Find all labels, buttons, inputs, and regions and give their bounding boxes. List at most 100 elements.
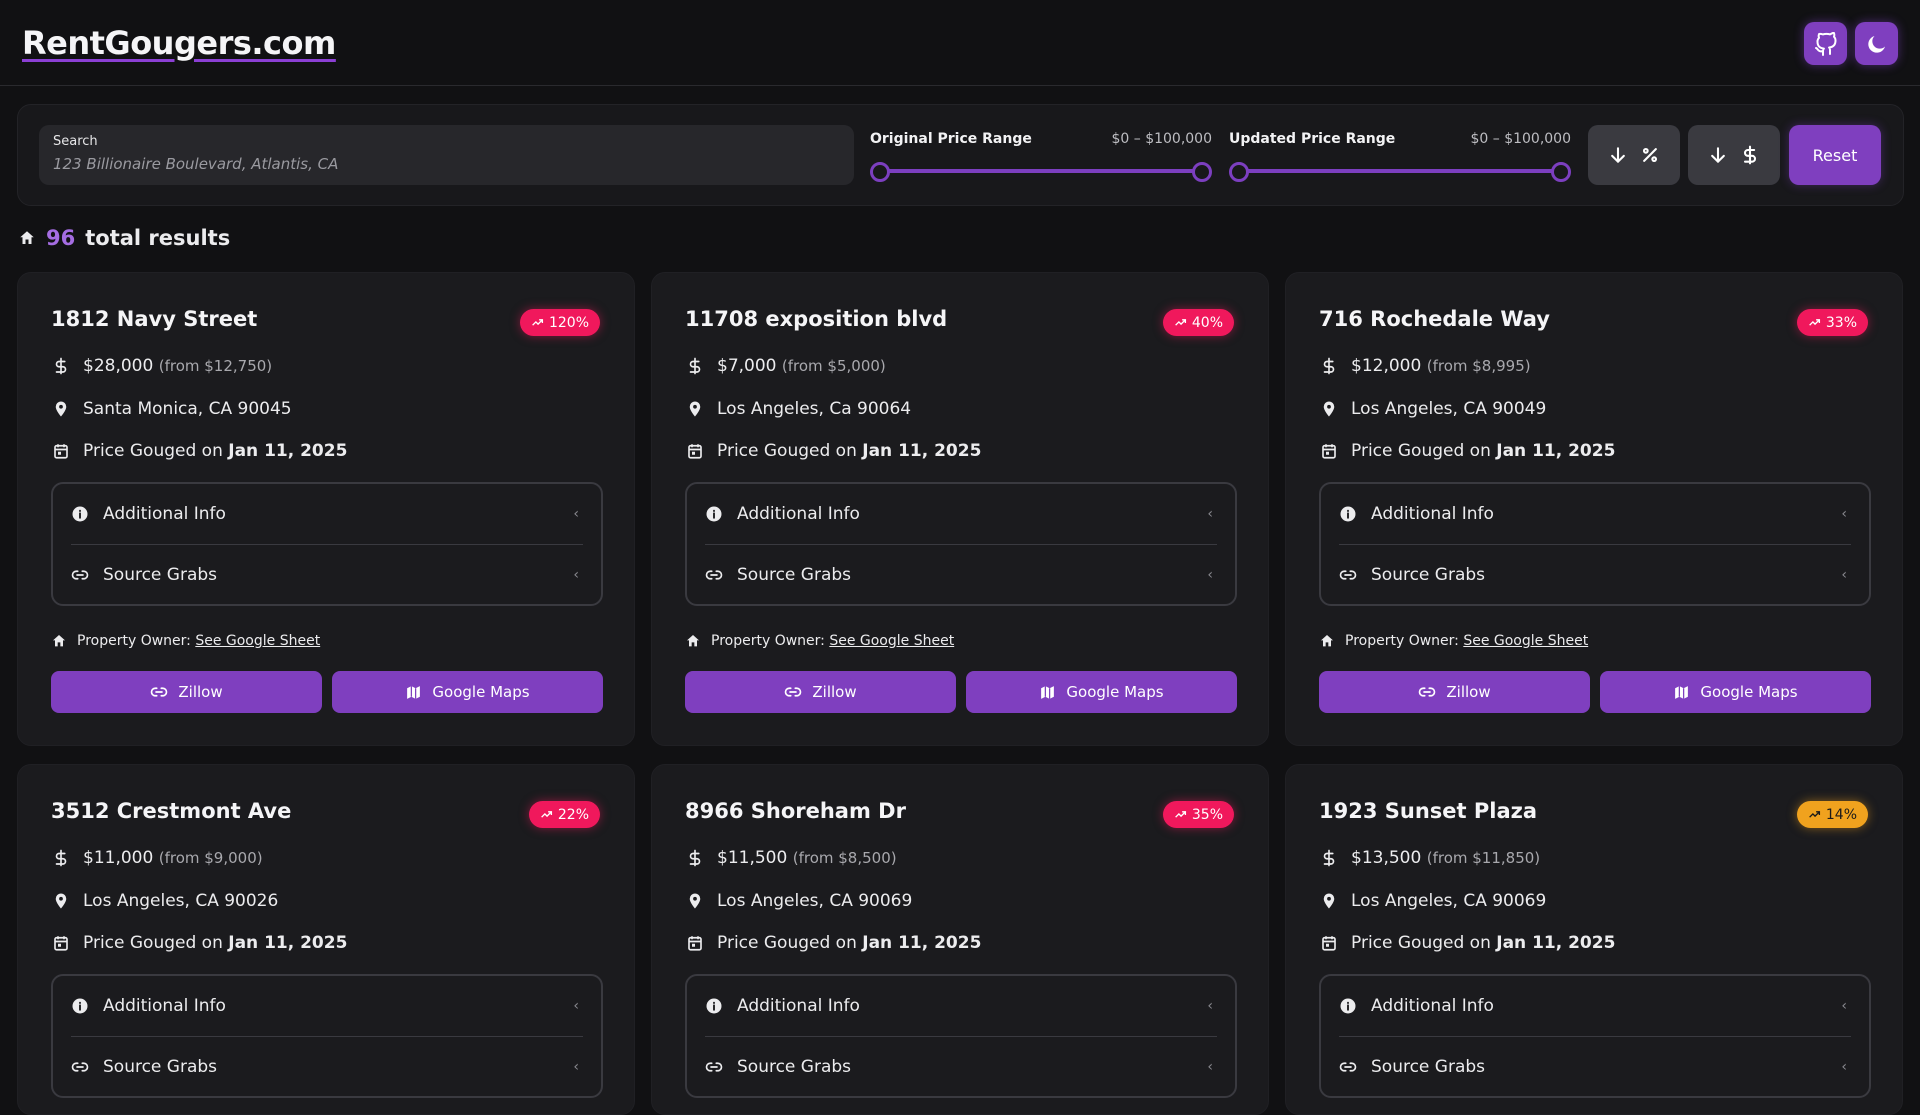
map-pin-icon [51, 400, 71, 418]
updated-price-range: Updated Price Range $0 – $100,000 [1229, 131, 1571, 182]
arrow-down-icon [1711, 147, 1725, 164]
chevron-left-icon: ‹ [573, 567, 579, 583]
current-price: $28,000 [83, 356, 154, 376]
info-icon [1340, 998, 1356, 1014]
google-maps-button[interactable]: Google Maps [966, 671, 1237, 713]
additional-info-toggle[interactable]: Additional Info ‹ [1339, 484, 1851, 544]
sort-by-percent-button[interactable] [1588, 125, 1680, 185]
additional-info-toggle[interactable]: Additional Info ‹ [705, 484, 1217, 544]
updated-range-value: $0 – $100,000 [1470, 131, 1571, 147]
increase-percent: 14% [1825, 806, 1857, 823]
current-price: $11,500 [717, 848, 788, 868]
current-price: $7,000 [717, 356, 777, 376]
chevron-left-icon: ‹ [1841, 998, 1847, 1014]
original-range-min-handle[interactable] [870, 162, 890, 182]
link-icon [1339, 1062, 1357, 1072]
github-icon [1814, 31, 1836, 56]
gouged-date: Jan 11, 2025 [862, 441, 982, 461]
property-card: 8966 Shoreham Dr 35% $11,500 (from $8,50… [651, 764, 1269, 1115]
property-address: 8966 Shoreham Dr [685, 799, 906, 823]
sort-by-price-button[interactable] [1688, 125, 1780, 185]
calendar-icon [51, 934, 71, 952]
gouged-prefix: Price Gouged on [717, 933, 857, 953]
dollar-icon [685, 849, 705, 867]
updated-range-track[interactable] [1239, 169, 1561, 173]
source-grabs-toggle[interactable]: Source Grabs ‹ [71, 545, 583, 605]
google-maps-button[interactable]: Google Maps [1600, 671, 1871, 713]
search-input[interactable] [53, 155, 840, 173]
price-row: $12,000 (from $8,995) [1319, 356, 1531, 376]
location-row: Los Angeles, CA 90026 [51, 891, 278, 911]
info-icon [72, 998, 88, 1014]
increase-badge: 40% [1162, 309, 1234, 336]
source-grabs-toggle[interactable]: Source Grabs ‹ [71, 1037, 583, 1097]
additional-info-label: Additional Info [103, 996, 226, 1016]
property-card: 3512 Crestmont Ave 22% $11,000 (from $9,… [17, 764, 635, 1115]
zillow-button[interactable]: Zillow [685, 671, 956, 713]
results-count: 96 [46, 226, 76, 250]
property-address: 1812 Navy Street [51, 307, 258, 331]
updated-range-label: Updated Price Range [1229, 131, 1396, 147]
increase-badge: 35% [1162, 801, 1234, 828]
additional-info-toggle[interactable]: Additional Info ‹ [71, 484, 583, 544]
current-price: $11,000 [83, 848, 154, 868]
property-owner: Property Owner: See Google Sheet [685, 633, 954, 649]
zillow-button[interactable]: Zillow [1319, 671, 1590, 713]
source-grabs-toggle[interactable]: Source Grabs ‹ [1339, 1037, 1851, 1097]
additional-info-toggle[interactable]: Additional Info ‹ [71, 976, 583, 1036]
updated-range-min-handle[interactable] [1229, 162, 1249, 182]
additional-info-label: Additional Info [737, 996, 860, 1016]
google-sheet-link[interactable]: See Google Sheet [195, 633, 320, 649]
property-location: Santa Monica, CA 90045 [83, 399, 292, 419]
original-price: (from $8,995) [1426, 357, 1531, 375]
property-card: 1923 Sunset Plaza 14% $13,500 (from $11,… [1285, 764, 1903, 1115]
property-address: 716 Rochedale Way [1319, 307, 1550, 331]
zillow-label: Zillow [812, 683, 857, 701]
gouged-prefix: Price Gouged on [83, 933, 223, 953]
property-location: Los Angeles, CA 90049 [1351, 399, 1547, 419]
card-accordion: Additional Info ‹ Source Grabs ‹ [685, 974, 1237, 1098]
property-address: 1923 Sunset Plaza [1319, 799, 1538, 823]
reset-button[interactable]: Reset [1789, 125, 1881, 185]
chevron-left-icon: ‹ [573, 998, 579, 1014]
card-accordion: Additional Info ‹ Source Grabs ‹ [51, 974, 603, 1098]
google-maps-button[interactable]: Google Maps [332, 671, 603, 713]
zillow-button[interactable]: Zillow [51, 671, 322, 713]
trending-up-icon [1175, 319, 1186, 326]
source-grabs-toggle[interactable]: Source Grabs ‹ [1339, 545, 1851, 605]
original-price-range: Original Price Range $0 – $100,000 [870, 131, 1212, 182]
info-icon [706, 506, 722, 522]
search-box[interactable]: Search [39, 125, 854, 185]
increase-percent: 35% [1191, 806, 1223, 823]
additional-info-toggle[interactable]: Additional Info ‹ [705, 976, 1217, 1036]
link-icon [785, 687, 802, 697]
site-logo[interactable]: RentGougers.com [22, 24, 336, 62]
theme-toggle-button[interactable] [1855, 22, 1898, 65]
header: RentGougers.com [0, 0, 1920, 86]
source-grabs-toggle[interactable]: Source Grabs ‹ [705, 545, 1217, 605]
additional-info-toggle[interactable]: Additional Info ‹ [1339, 976, 1851, 1036]
owner-label: Property Owner: [1345, 633, 1459, 649]
arrow-down-icon [1611, 147, 1625, 164]
updated-range-max-handle[interactable] [1551, 162, 1571, 182]
source-grabs-toggle[interactable]: Source Grabs ‹ [705, 1037, 1217, 1097]
map-pin-icon [1319, 400, 1339, 418]
source-grabs-label: Source Grabs [1371, 565, 1486, 585]
github-button[interactable] [1804, 22, 1847, 65]
google-sheet-link[interactable]: See Google Sheet [829, 633, 954, 649]
link-icon [71, 570, 89, 580]
gouged-date-row: Price Gouged on Jan 11, 2025 [685, 441, 981, 461]
original-range-track[interactable] [880, 169, 1202, 173]
calendar-icon [1319, 934, 1339, 952]
google-sheet-link[interactable]: See Google Sheet [1463, 633, 1588, 649]
original-range-max-handle[interactable] [1192, 162, 1212, 182]
increase-badge: 120% [519, 309, 600, 336]
original-price: (from $8,500) [792, 849, 897, 867]
price-row: $11,500 (from $8,500) [685, 848, 897, 868]
gouged-date-row: Price Gouged on Jan 11, 2025 [51, 933, 347, 953]
gouged-date: Jan 11, 2025 [228, 441, 348, 461]
increase-badge: 33% [1796, 309, 1868, 336]
location-row: Los Angeles, CA 90069 [1319, 891, 1546, 911]
price-row: $13,500 (from $11,850) [1319, 848, 1540, 868]
location-row: Santa Monica, CA 90045 [51, 399, 292, 419]
